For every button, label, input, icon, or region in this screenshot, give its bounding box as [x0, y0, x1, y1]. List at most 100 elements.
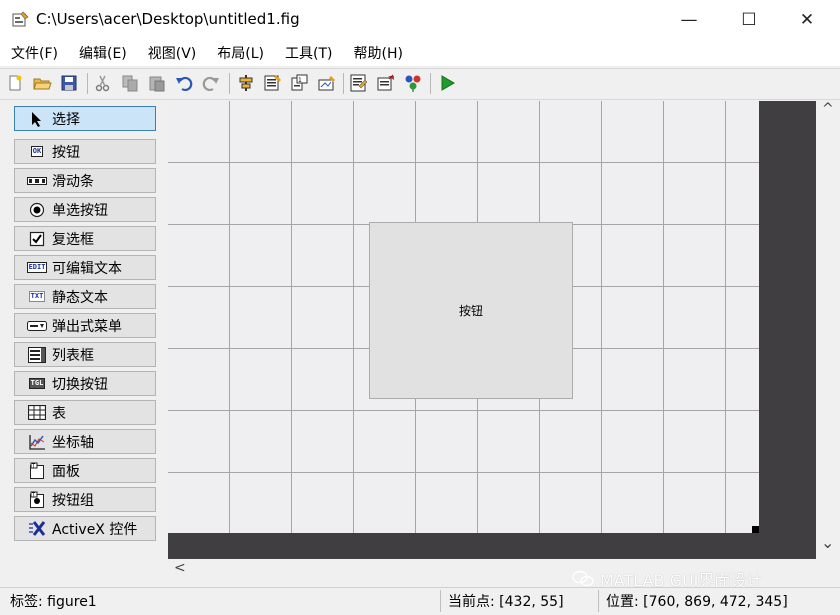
palette-label: 按钮组 [52, 492, 94, 509]
palette-label: 滑动条 [52, 173, 94, 190]
editor-icon[interactable] [348, 72, 370, 94]
palette-checkbox[interactable]: 复选框 [14, 226, 156, 251]
palette-label: 可编辑文本 [52, 260, 122, 277]
canvas-push-button[interactable]: 按钮 [369, 222, 573, 399]
object-browser-icon[interactable] [402, 72, 424, 94]
palette-label: 面板 [52, 463, 80, 480]
menu-help[interactable]: 帮助(H) [343, 43, 413, 63]
close-icon: ✕ [799, 10, 815, 30]
palette-label: 单选按钮 [52, 202, 108, 219]
palette-edit-text[interactable]: EDIT 可编辑文本 [14, 255, 156, 280]
layout-canvas[interactable]: 按钮 [168, 101, 759, 533]
palette-label: 列表框 [52, 347, 94, 364]
property-inspector-icon[interactable] [375, 72, 397, 94]
palette-label: 选择 [52, 111, 80, 128]
palette-label: 坐标轴 [52, 434, 94, 451]
align-objects-icon[interactable] [235, 72, 257, 94]
palette-label: 静态文本 [52, 289, 108, 306]
status-position: 位置: [760, 869, 472, 345] [606, 594, 788, 610]
cut-icon[interactable] [92, 72, 114, 94]
palette-select[interactable]: 选择 [14, 106, 156, 131]
window-title: C:\Users\acer\Desktop\untitled1.fig [36, 10, 300, 28]
canvas-push-button-label: 按钮 [458, 304, 483, 318]
status-bar: 标签: figure1 当前点: [432, 55] 位置: [760, 869… [0, 587, 840, 615]
title-bar: C:\Users\acer\Desktop\untitled1.fig — ☐ … [0, 0, 840, 40]
palette-radio-button[interactable]: 单选按钮 [14, 197, 156, 222]
menu-layout[interactable]: 布局(L) [206, 43, 274, 63]
canvas-outside-area [759, 101, 816, 533]
undo-icon[interactable] [173, 72, 195, 94]
guide-app-icon [12, 10, 30, 28]
slider-icon [27, 173, 47, 189]
menu-file[interactable]: 文件(F) [0, 43, 68, 63]
scroll-up-icon[interactable]: ^ [822, 101, 834, 117]
checkbox-icon [27, 231, 47, 247]
toolbar-separator [87, 73, 88, 94]
palette-push-button[interactable]: OK 按钮 [14, 139, 156, 164]
palette-activex[interactable]: ActiveX 控件 [14, 516, 156, 541]
palette-label: 复选框 [52, 231, 94, 248]
palette-button-group[interactable]: T 按钮组 [14, 487, 156, 512]
select-arrow-icon [27, 111, 47, 127]
palette-label: ActiveX 控件 [52, 521, 138, 538]
vertical-scrollbar[interactable]: ^ ⌄ [816, 101, 840, 559]
status-tag: 标签: figure1 [10, 594, 97, 610]
palette-panel[interactable]: T 面板 [14, 458, 156, 483]
paste-icon[interactable] [146, 72, 168, 94]
open-folder-icon[interactable] [31, 72, 53, 94]
menu-bar: 文件(F) 编辑(E) 视图(V) 布局(L) 工具(T) 帮助(H) [0, 40, 840, 66]
menu-edit[interactable]: 编辑(E) [68, 43, 137, 63]
palette-static-text[interactable]: TXT 静态文本 [14, 284, 156, 309]
palette-slider[interactable]: 滑动条 [14, 168, 156, 193]
status-separator [440, 590, 441, 612]
palette-label: 切换按钮 [52, 376, 108, 393]
svg-text:1: 1 [298, 77, 302, 84]
maximize-button[interactable]: ☐ [726, 4, 772, 36]
button-group-icon: T [27, 491, 47, 508]
minimize-button[interactable]: — [666, 4, 712, 36]
edit-text-icon: EDIT [26, 262, 48, 273]
palette-popup-menu[interactable]: 弹出式菜单 [14, 313, 156, 338]
tab-order-icon[interactable]: 1 [289, 72, 311, 94]
figure-resize-handle[interactable] [752, 526, 759, 533]
listbox-icon [27, 346, 47, 363]
toolbar: 1 [0, 68, 840, 100]
wechat-icon [572, 570, 594, 588]
save-icon[interactable] [58, 72, 80, 94]
axes-icon [27, 434, 47, 450]
palette-label: 弹出式菜单 [52, 318, 122, 335]
maximize-icon: ☐ [741, 10, 757, 30]
scroll-down-icon[interactable]: ⌄ [821, 533, 834, 552]
status-current-point: 当前点: [432, 55] [448, 594, 564, 610]
scroll-left-icon[interactable]: < [174, 560, 186, 576]
menu-editor-icon[interactable] [262, 72, 284, 94]
canvas-outside-area [168, 533, 816, 559]
toolbar-separator [229, 73, 230, 94]
panel-icon: T [27, 462, 47, 479]
palette-label: 表 [52, 405, 66, 422]
menu-view[interactable]: 视图(V) [137, 43, 207, 63]
table-icon [27, 405, 47, 421]
toolbar-editor-icon[interactable] [316, 72, 338, 94]
palette-listbox[interactable]: 列表框 [14, 342, 156, 367]
static-text-icon: TXT [28, 291, 46, 302]
status-separator [598, 590, 599, 612]
minimize-icon: — [680, 10, 698, 30]
palette-axes[interactable]: 坐标轴 [14, 429, 156, 454]
copy-icon[interactable] [119, 72, 141, 94]
redo-icon[interactable] [200, 72, 222, 94]
new-file-icon[interactable] [4, 72, 26, 94]
toolbar-separator [430, 73, 431, 94]
palette-table[interactable]: 表 [14, 400, 156, 425]
palette-toggle-button[interactable]: TGL 切换按钮 [14, 371, 156, 396]
close-button[interactable]: ✕ [784, 4, 830, 36]
toggle-button-icon: TGL [28, 378, 46, 389]
activex-icon [27, 521, 47, 537]
menu-tools[interactable]: 工具(T) [274, 43, 342, 63]
radio-button-icon [27, 202, 47, 218]
palette-label: 按钮 [52, 144, 80, 161]
push-button-icon: OK [30, 146, 44, 157]
popup-menu-icon [27, 318, 47, 334]
run-icon[interactable] [436, 72, 458, 94]
toolbar-separator [343, 73, 344, 94]
